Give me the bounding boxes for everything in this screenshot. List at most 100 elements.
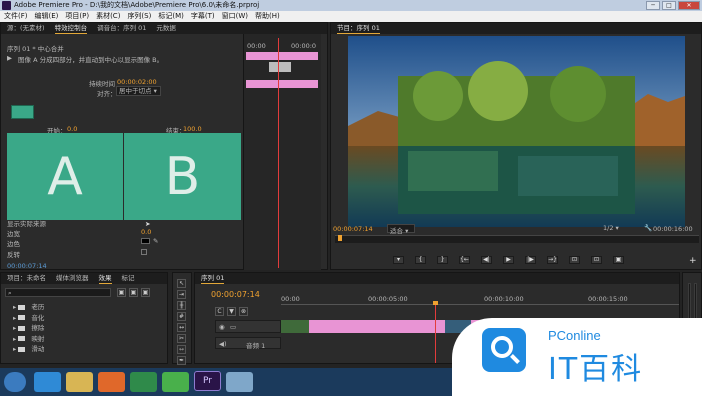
tab-effects[interactable]: 效果 [98, 273, 112, 284]
tab-metadata[interactable]: 元数据 [156, 23, 176, 34]
menu-help[interactable]: 帮助(H) [255, 11, 280, 22]
ripple-edit-tool-icon[interactable]: ╫ [177, 301, 186, 310]
mini-clip-a[interactable] [246, 52, 318, 60]
transition-block[interactable] [269, 62, 291, 72]
fit-select[interactable]: 适合 ▾ [387, 224, 415, 235]
lock-icon[interactable]: ▭ [230, 323, 236, 331]
end-value[interactable]: 100.0 [183, 125, 202, 133]
show-actual-sources[interactable]: 显示实际来源 [7, 218, 46, 228]
audio-track-header[interactable]: ◀) 音频 1 [215, 337, 281, 350]
go-to-out-button[interactable]: →} [547, 256, 558, 264]
play-button[interactable]: ▶ [503, 256, 514, 264]
video-clip-a[interactable] [309, 320, 445, 333]
folder-item[interactable]: ▸ 音化 [13, 313, 44, 324]
tab-sequence[interactable]: 序列 01 [201, 273, 225, 284]
border-width-value[interactable]: 0.0 [141, 228, 151, 236]
tab-markers[interactable]: 标记 [122, 273, 135, 284]
tab-source[interactable]: 源：(无素材) [7, 23, 45, 34]
align-select[interactable]: 居中于切点 ▾ [116, 86, 161, 96]
add-button[interactable]: + [689, 256, 697, 266]
speaker-icon[interactable]: ◀) [219, 340, 227, 348]
tab-audio-mixer[interactable]: 调音台：序列 01 [97, 23, 146, 34]
razor-tool-icon[interactable]: ✂ [177, 334, 186, 343]
close-button[interactable]: ✕ [678, 1, 700, 10]
program-scrubber[interactable] [335, 235, 699, 243]
play-transition-icon[interactable]: ▶ [7, 54, 12, 62]
ruler-tick-3: 00:00:15:00 [588, 295, 628, 303]
timeline-timecode[interactable]: 00:00:07:14 [211, 290, 260, 299]
clip-thumbnail-a[interactable] [281, 320, 309, 333]
menu-marker[interactable]: 标记(M) [158, 11, 184, 22]
effect-timecode[interactable]: 00:00:07:14 [7, 262, 47, 270]
selection-tool-icon[interactable]: ↖ [177, 279, 186, 288]
folder-item[interactable]: ▸ 滑动 [13, 344, 44, 355]
extract-button[interactable]: ⊡ [591, 256, 602, 264]
menu-sequence[interactable]: 序列(S) [127, 11, 151, 22]
effect-controls-panel: 源：(无素材) 特效控制台 调音台：序列 01 元数据 序列 01 * 中心合并… [0, 22, 328, 270]
32bit-effects-icon[interactable]: ▣ [129, 288, 138, 297]
pen-tool-icon[interactable]: ✒ [177, 356, 186, 365]
tab-project[interactable]: 项目：未命名 [7, 273, 46, 284]
360-icon[interactable] [162, 372, 189, 392]
timeline-playhead[interactable] [435, 303, 436, 363]
align-label: 对齐： [97, 90, 117, 98]
reverse-checkbox[interactable] [141, 249, 147, 255]
folder-item[interactable]: ▸ 映射 [13, 334, 44, 345]
program-playhead[interactable] [338, 235, 342, 241]
folder-item[interactable]: ▸ 老历 [13, 302, 44, 313]
tab-program[interactable]: 节目：序列 01 [337, 23, 380, 34]
menu-file[interactable]: 文件(F) [4, 11, 28, 22]
effects-search-input[interactable]: ⌕ [5, 288, 111, 297]
mark-out-button[interactable]: } [437, 256, 448, 264]
magnifier-ring [491, 336, 513, 358]
eye-icon[interactable]: ◉ [219, 323, 225, 331]
tab-media-browser[interactable]: 媒体浏览器 [56, 273, 89, 284]
timeline-ruler[interactable]: 00:00 00:00:05:00 00:00:10:00 00:00:15:0… [281, 293, 679, 305]
timeline-playhead-handle[interactable] [433, 301, 438, 305]
minimize-button[interactable]: ─ [646, 1, 660, 10]
mini-clip-b[interactable] [246, 80, 318, 88]
menu-project[interactable]: 项目(P) [65, 11, 89, 22]
link-icon[interactable]: ⊗ [239, 307, 248, 316]
premiere-taskbar-icon[interactable]: Pr [194, 371, 221, 391]
video-track-header[interactable]: ◉ ▭ [215, 320, 281, 333]
lift-button[interactable]: ⊡ [569, 256, 580, 264]
tab-effect-controls[interactable]: 特效控制台 [54, 23, 88, 34]
step-forward-button[interactable]: |▶ [525, 256, 536, 264]
ie-icon[interactable] [34, 372, 61, 392]
yuv-effects-icon[interactable]: ▣ [141, 288, 150, 297]
folder-icon [18, 336, 26, 341]
mark-in-button[interactable]: { [415, 256, 426, 264]
menu-clip[interactable]: 素材(C) [96, 11, 120, 22]
window-icon[interactable] [226, 372, 253, 392]
snap-icon[interactable]: C [215, 307, 224, 316]
maximize-button[interactable]: □ [662, 1, 676, 10]
accelerated-effects-icon[interactable]: ▣ [117, 288, 126, 297]
menu-edit[interactable]: 编辑(E) [35, 11, 59, 22]
duration-value[interactable]: 00:00:02:00 [117, 78, 157, 86]
mini-playhead[interactable] [278, 38, 279, 268]
track-select-tool-icon[interactable]: ⇥ [177, 290, 186, 299]
folder-item[interactable]: ▸ 擦除 [13, 323, 44, 334]
slip-tool-icon[interactable]: ⇿ [177, 345, 186, 354]
explorer-icon[interactable] [66, 372, 93, 392]
wrench-icon[interactable]: 🔧 [644, 224, 652, 232]
rolling-edit-tool-icon[interactable]: # [177, 312, 186, 321]
menu-title[interactable]: 字幕(T) [191, 11, 215, 22]
border-color-swatch[interactable] [141, 238, 150, 244]
start-button[interactable] [4, 372, 26, 392]
program-timecode[interactable]: 00:00:07:14 [333, 225, 373, 233]
resolution-select[interactable]: 1/2 ▾ [603, 224, 619, 232]
start-value[interactable]: 0.0 [67, 125, 77, 133]
go-to-in-button[interactable]: {← [459, 256, 470, 264]
export-frame-button[interactable]: ▣ [613, 256, 624, 264]
step-back-button[interactable]: ◀| [481, 256, 492, 264]
marker-icon[interactable]: ▼ [227, 307, 236, 316]
marker-button[interactable]: ▾ [393, 256, 404, 264]
media-player-icon[interactable] [130, 372, 157, 392]
eyedropper-icon[interactable]: ✎ [153, 237, 158, 245]
tile-a: A [7, 133, 123, 220]
firefox-icon[interactable] [98, 372, 125, 392]
rate-stretch-tool-icon[interactable]: ↔ [177, 323, 186, 332]
menu-window[interactable]: 窗口(W) [222, 11, 248, 22]
